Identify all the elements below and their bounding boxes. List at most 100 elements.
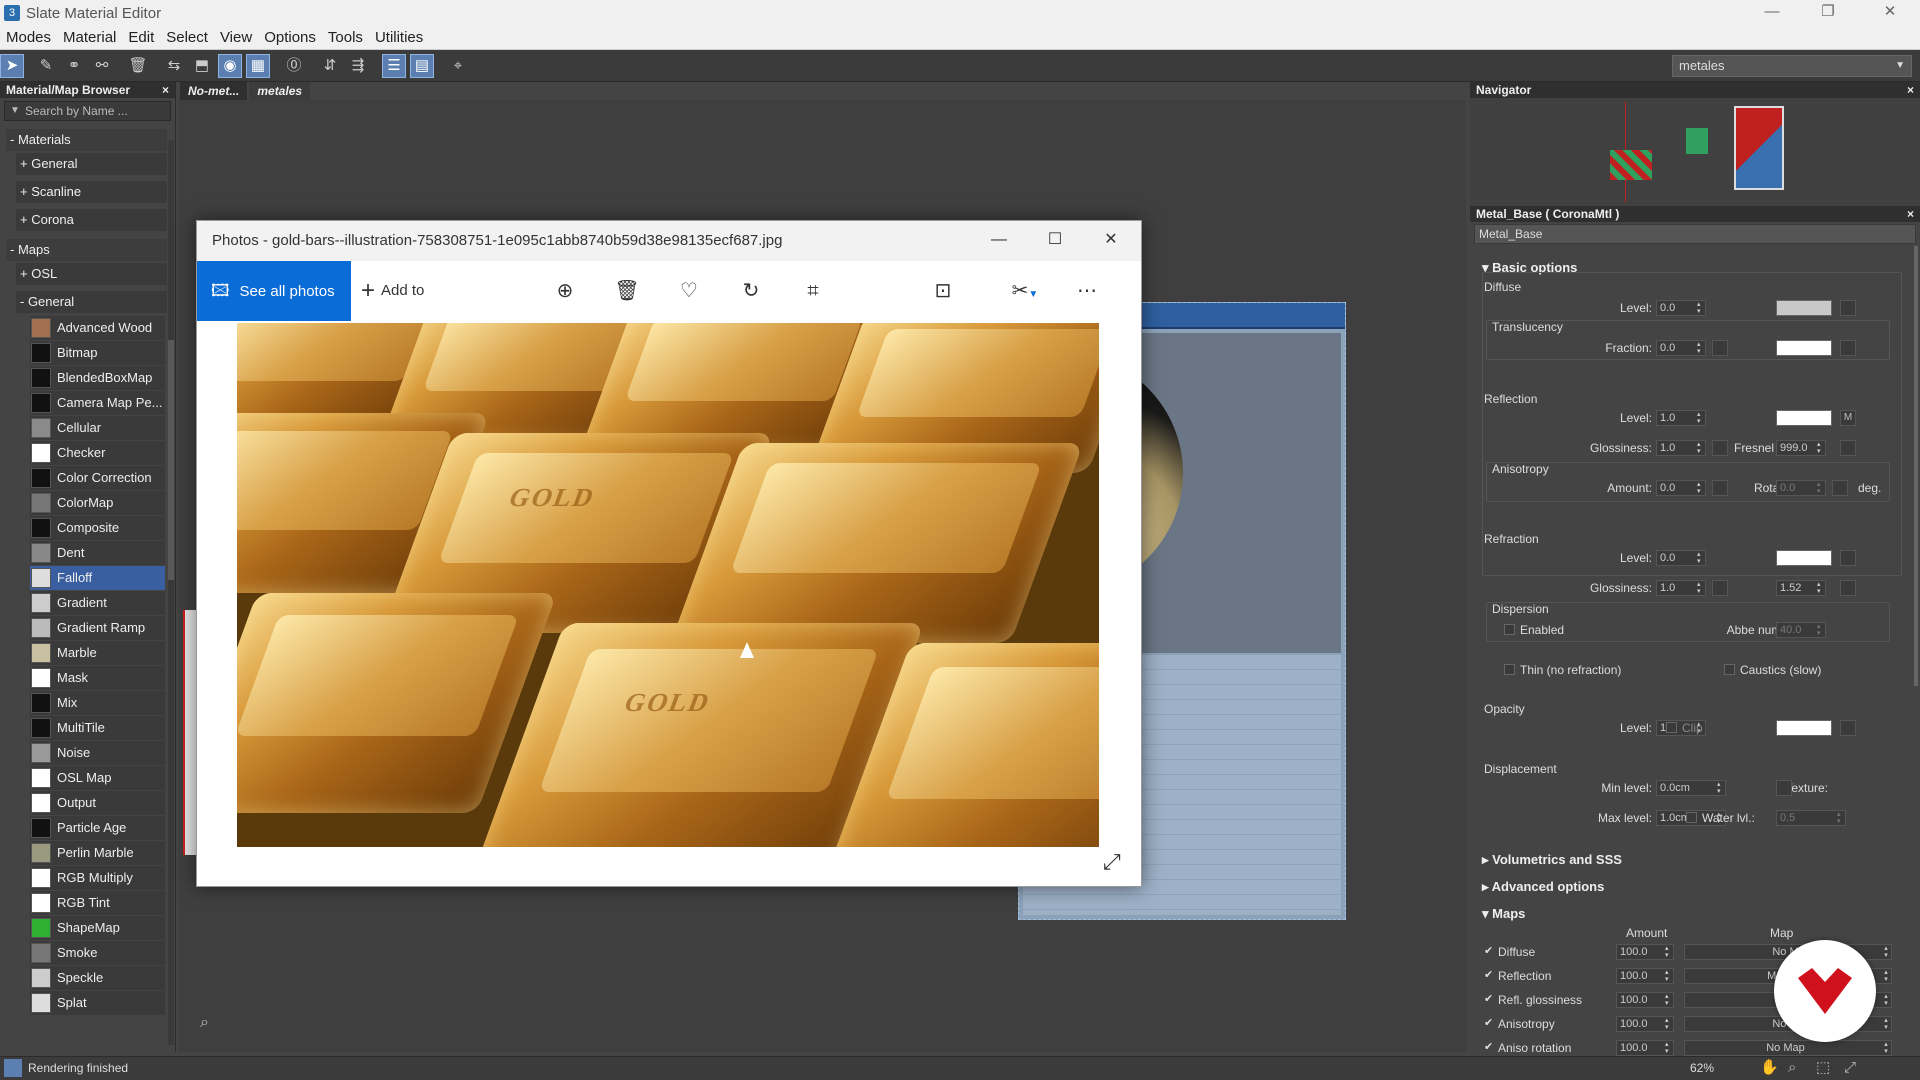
map-item[interactable]: BlendedBoxMap: [30, 366, 165, 390]
group-maps[interactable]: - Maps: [6, 239, 167, 261]
map-item[interactable]: Speckle: [30, 966, 165, 990]
refraction-glossiness-spinner[interactable]: 1.0: [1656, 580, 1706, 596]
fullscreen-icon[interactable]: ⤢: [1103, 849, 1129, 875]
map-item[interactable]: Splat: [30, 991, 165, 1015]
menu-select[interactable]: Select: [160, 29, 214, 46]
rotate-icon[interactable]: ↻: [731, 261, 771, 321]
menu-modes[interactable]: Modes: [0, 29, 57, 46]
minimize-button[interactable]: —: [1744, 0, 1800, 26]
search-input[interactable]: ▼ Search by Name ...: [4, 101, 171, 121]
lay-out-children-icon[interactable]: ⇶: [346, 54, 370, 78]
group-scanline[interactable]: + Scanline: [16, 181, 167, 203]
map-item[interactable]: Advanced Wood: [30, 316, 165, 340]
close-icon[interactable]: ×: [1907, 82, 1914, 98]
reflection-glossiness-spinner[interactable]: 1.0: [1656, 440, 1706, 456]
texture-map-button[interactable]: [1776, 780, 1792, 796]
water-level-spinner[interactable]: 0.5: [1776, 810, 1846, 826]
map-item[interactable]: Mix: [30, 691, 165, 715]
caustics-checkbox[interactable]: [1724, 664, 1735, 675]
link-icon[interactable]: ⚯: [90, 54, 114, 78]
map-item[interactable]: Perlin Marble: [30, 841, 165, 865]
map-row-amount-spinner[interactable]: 100.0: [1616, 1016, 1674, 1032]
map-item[interactable]: MultiTile: [30, 716, 165, 740]
more-options-icon[interactable]: ⋯: [1067, 261, 1107, 321]
diffuse-color-swatch[interactable]: [1776, 300, 1832, 316]
fraction-spinner[interactable]: 0.0: [1656, 340, 1706, 356]
photos-close-button[interactable]: ✕: [1083, 221, 1139, 261]
map-item[interactable]: Bitmap: [30, 341, 165, 365]
opacity-map-button[interactable]: [1840, 720, 1856, 736]
reflection-level-spinner[interactable]: 1.0: [1656, 410, 1706, 426]
zoom-level[interactable]: 62%: [1690, 1057, 1714, 1079]
map-item[interactable]: ColorMap: [30, 491, 165, 515]
group-corona[interactable]: + Corona: [16, 209, 167, 231]
navigator-viewport[interactable]: [1734, 106, 1784, 190]
menu-utilities[interactable]: Utilities: [369, 29, 429, 46]
fresnel-map-button[interactable]: [1840, 440, 1856, 456]
translucency-map-button[interactable]: [1840, 340, 1856, 356]
photos-minimize-button[interactable]: —: [971, 221, 1027, 261]
binoculars-icon[interactable]: ⌕: [200, 1014, 222, 1036]
add-to-button[interactable]: + Add to: [361, 261, 461, 321]
map-item[interactable]: RGB Multiply: [30, 866, 165, 890]
select-by-material-icon[interactable]: ⌖: [446, 54, 470, 78]
map-item[interactable]: Checker: [30, 441, 165, 465]
close-icon[interactable]: ×: [162, 82, 169, 98]
rotation-spinner[interactable]: 0.0: [1776, 480, 1826, 496]
show-map-icon[interactable]: ⓪: [282, 54, 306, 78]
material-view-dropdown[interactable]: metales ▼: [1672, 55, 1912, 77]
edit-icon[interactable]: ✂▼: [997, 261, 1053, 321]
zoom-region-icon[interactable]: ⬚: [1816, 1057, 1830, 1079]
abbe-number-spinner[interactable]: 40.0: [1776, 622, 1826, 638]
section-maps[interactable]: ▾ Maps: [1482, 906, 1525, 922]
map-item[interactable]: OSL Map: [30, 766, 165, 790]
see-all-photos-button[interactable]: 🖾 See all photos: [197, 261, 351, 321]
map-item[interactable]: Output: [30, 791, 165, 815]
map-item[interactable]: ShapeMap: [30, 916, 165, 940]
group-osl[interactable]: + OSL: [16, 263, 167, 285]
map-row-checkbox[interactable]: ✔: [1484, 992, 1493, 1005]
parameter-editor-icon[interactable]: ▤: [410, 54, 434, 78]
reflection-map-button[interactable]: M: [1840, 410, 1856, 426]
map-item[interactable]: Marble: [30, 641, 165, 665]
group-materials[interactable]: - Materials: [6, 129, 167, 151]
delete-icon[interactable]: 🗑: [607, 261, 647, 321]
map-row-checkbox[interactable]: ✔: [1484, 944, 1493, 957]
diffuse-level-spinner[interactable]: 0.0: [1656, 300, 1706, 316]
map-item[interactable]: Noise: [30, 741, 165, 765]
map-row-map-button[interactable]: No Map: [1684, 1040, 1892, 1056]
map-item[interactable]: Smoke: [30, 941, 165, 965]
crop-icon[interactable]: ⌗: [793, 261, 833, 321]
select-tool-icon[interactable]: ➤: [0, 54, 24, 78]
menu-tools[interactable]: Tools: [322, 29, 369, 46]
scrollbar-thumb[interactable]: [168, 340, 174, 580]
map-item[interactable]: Mask: [30, 666, 165, 690]
map-item[interactable]: Composite: [30, 516, 165, 540]
section-volumetrics[interactable]: ▸ Volumetrics and SSS: [1482, 852, 1622, 868]
tab-metales[interactable]: metales: [249, 82, 311, 100]
layout-icon[interactable]: ⬒: [190, 54, 214, 78]
ior-map-button[interactable]: [1840, 580, 1856, 596]
menu-material[interactable]: Material: [57, 29, 122, 46]
thin-checkbox[interactable]: [1504, 664, 1515, 675]
map-item[interactable]: Dent: [30, 541, 165, 565]
map-row-checkbox[interactable]: ✔: [1484, 1016, 1493, 1029]
zoom-extents-icon[interactable]: ⤢: [1844, 1057, 1856, 1079]
assign-material-icon[interactable]: ⚭: [62, 54, 86, 78]
show-shaded-icon[interactable]: ◉: [218, 54, 242, 78]
show-background-icon[interactable]: ▦: [246, 54, 270, 78]
group-general[interactable]: + General: [16, 153, 167, 175]
map-item[interactable]: Color Correction: [30, 466, 165, 490]
menu-view[interactable]: View: [214, 29, 258, 46]
heart-icon[interactable]: ♡: [669, 261, 709, 321]
restore-button[interactable]: ❐: [1800, 0, 1856, 26]
map-row-amount-spinner[interactable]: 100.0: [1616, 944, 1674, 960]
rotation-map-button[interactable]: [1832, 480, 1848, 496]
map-item[interactable]: Cellular: [30, 416, 165, 440]
eyedropper-icon[interactable]: ✎: [34, 54, 58, 78]
fresnel-ior-spinner[interactable]: 999.0: [1776, 440, 1826, 456]
menu-edit[interactable]: Edit: [122, 29, 160, 46]
dispersion-enabled-checkbox[interactable]: [1504, 624, 1515, 635]
delete-icon[interactable]: 🗑: [126, 54, 150, 78]
map-row-amount-spinner[interactable]: 100.0: [1616, 992, 1674, 1008]
